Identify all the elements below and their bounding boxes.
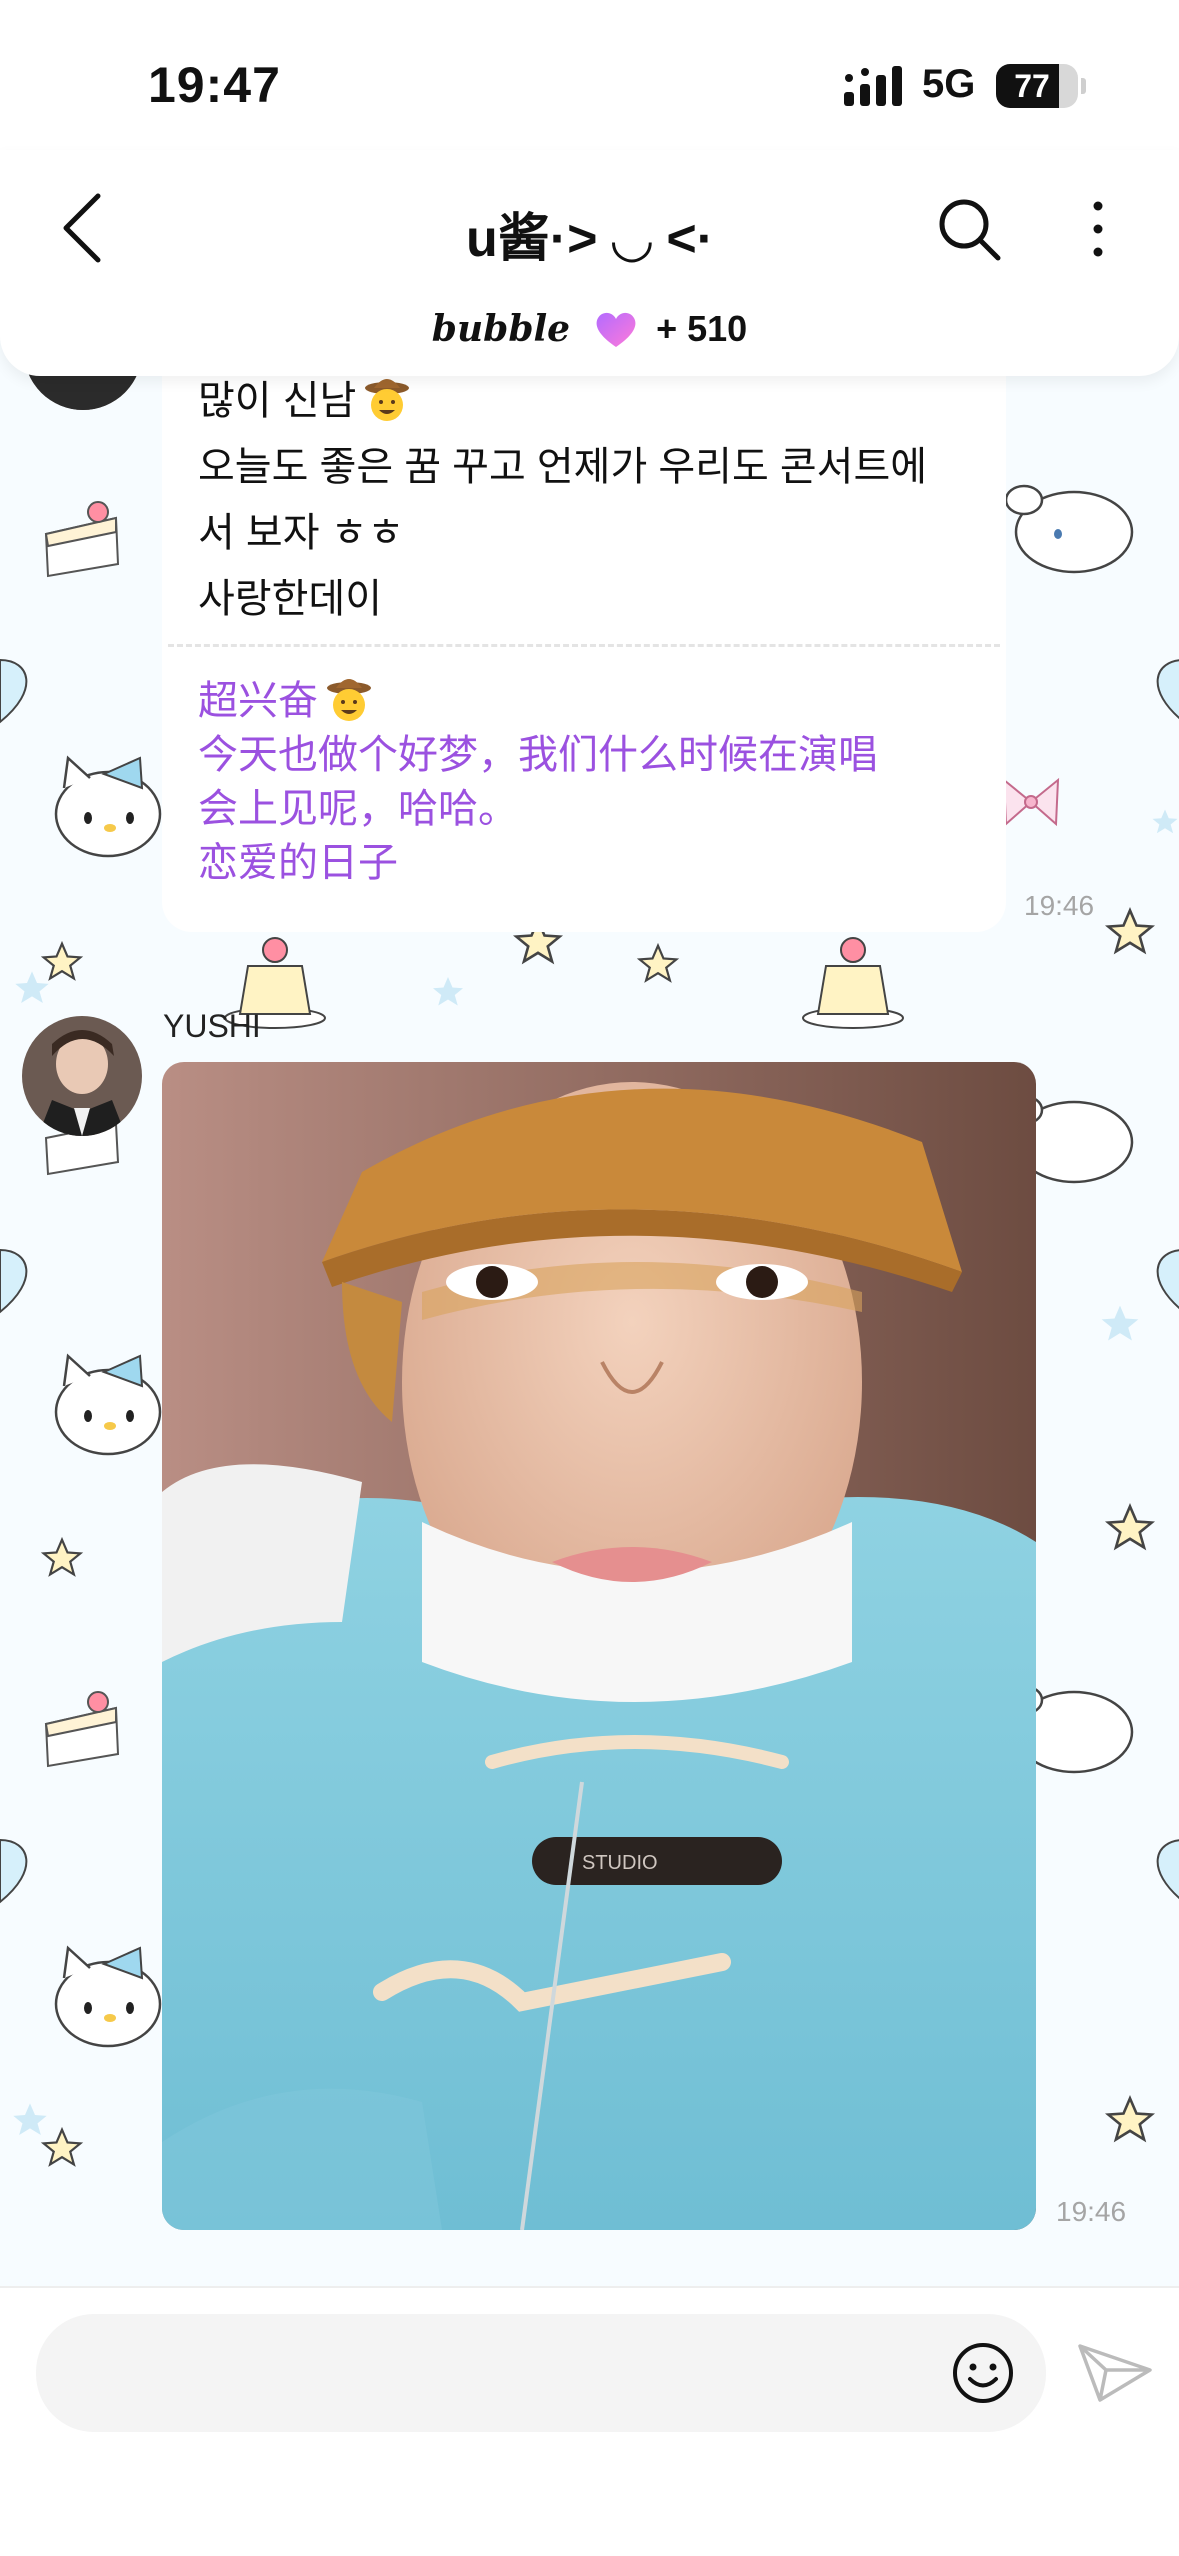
message-line: 서 보자 ㅎㅎ	[198, 511, 405, 555]
message-translation: 超兴奋 今天也做个好梦，我们什么时候在演唱 会上见呢，哈哈。 恋爱的日子	[198, 674, 976, 890]
heart-icon	[0, 1838, 28, 1904]
message-line: 超兴奋	[198, 679, 318, 723]
star-icon	[1104, 1503, 1156, 1551]
star-icon	[15, 971, 49, 1003]
cake-icon	[44, 1691, 120, 1768]
photo-toggle-text: STUDIO	[582, 1852, 658, 1874]
star-icon	[1152, 809, 1178, 834]
battery-percent: 77	[1014, 68, 1050, 104]
bubble-count: bubble + 510	[0, 308, 1179, 350]
message-line: 사랑한데이	[198, 577, 382, 621]
star-icon	[40, 1536, 84, 1577]
search-icon[interactable]	[934, 194, 1004, 264]
message-line: 恋爱的日子	[198, 841, 398, 885]
kitty-icon	[54, 755, 162, 858]
bubble-count-value: + 510	[656, 308, 748, 349]
heart-icon	[1156, 1249, 1179, 1309]
signal-icon	[844, 66, 902, 106]
heart-icon	[1156, 659, 1179, 719]
cowboy-emoji-icon	[365, 379, 410, 421]
star-icon	[1104, 907, 1156, 955]
text-message-bubble[interactable]: 많이 신남 오늘도 좋은 꿈 꾸고 언제가 우리도 콘서트에 서 보자 ㅎㅎ 사…	[162, 350, 1006, 932]
star-icon	[13, 2103, 47, 2135]
kitty-icon	[54, 1353, 162, 1456]
message-line: 会上见呢，哈哈。	[198, 787, 518, 831]
kitty-icon	[54, 1945, 162, 2048]
puppy-icon	[1004, 484, 1134, 574]
more-vertical-icon[interactable]	[1078, 194, 1118, 264]
star-icon	[433, 977, 463, 1006]
heart-icon	[1156, 1839, 1179, 1899]
bow-icon	[1002, 777, 1060, 827]
smiley-icon[interactable]	[950, 2340, 1016, 2406]
photo-time: 19:46	[1056, 2196, 1127, 2227]
send-icon[interactable]	[1076, 2340, 1154, 2406]
translation-divider	[168, 644, 1000, 647]
heart-icon	[0, 1248, 28, 1314]
message-time: 19:46	[1024, 890, 1095, 921]
chat-title: u酱·> ◡ <·	[465, 210, 715, 268]
battery-cap	[1081, 78, 1086, 94]
status-time: 19:47	[148, 57, 281, 113]
heart-icon	[0, 658, 28, 724]
cake-icon	[44, 501, 120, 578]
heart-icon	[596, 312, 636, 347]
sender-avatar[interactable]	[22, 1016, 142, 1136]
network-label: 5G	[922, 62, 976, 106]
star-icon	[1104, 2095, 1156, 2143]
message-line: 今天也做个好梦，我们什么时候在演唱	[198, 733, 878, 777]
star-icon	[636, 942, 680, 983]
back-button[interactable]	[52, 188, 122, 268]
pudding-icon	[802, 937, 904, 1029]
message-korean: 많이 신남 오늘도 좋은 꿈 꾸고 언제가 우리도 콘서트에 서 보자 ㅎㅎ 사…	[198, 368, 976, 632]
input-bar	[0, 2286, 1179, 2556]
avatar-image	[22, 1016, 142, 1136]
cowboy-emoji-icon	[327, 679, 371, 721]
chat-header: u酱·> ◡ <· bubble + 510	[0, 150, 1179, 376]
selfie-photo: STUDIO	[162, 1062, 1036, 2230]
sender-name: YUSHI	[163, 1008, 261, 1044]
status-bar: 19:47 5G 77	[0, 0, 1179, 150]
message-input[interactable]	[36, 2314, 1046, 2432]
battery-icon: 77	[996, 64, 1078, 108]
photo-message[interactable]: STUDIO	[162, 1062, 1036, 2230]
bubble-brand: bubble	[431, 308, 571, 350]
message-line: 많이 신남	[198, 379, 357, 423]
star-icon	[1101, 1305, 1139, 1341]
message-line: 오늘도 좋은 꿈 꾸고 언제가 우리도 콘서트에	[198, 445, 928, 489]
